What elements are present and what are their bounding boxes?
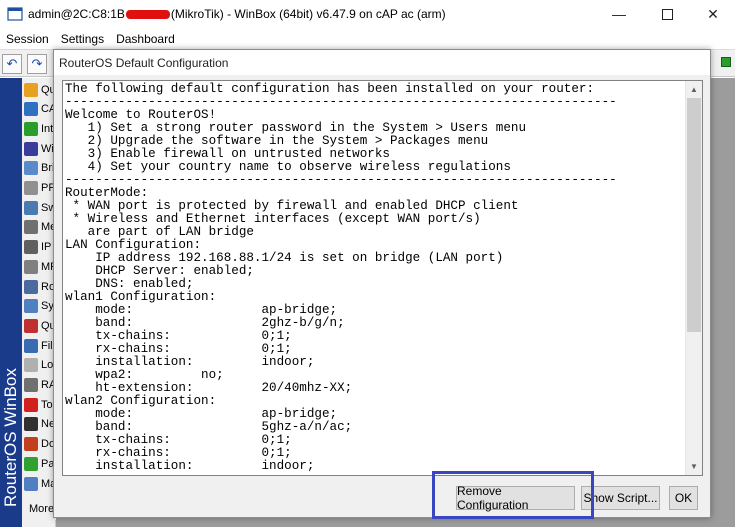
- quickset-icon: [24, 82, 38, 97]
- side-item-queues[interactable]: Queues: [24, 316, 54, 335]
- side-item-more[interactable]: More: [22, 500, 56, 520]
- menu-dashboard[interactable]: Dashboard: [110, 28, 181, 49]
- dot1x-icon: [24, 437, 38, 452]
- redo-icon: ↷: [31, 56, 43, 71]
- side-item-system[interactable]: System: [24, 297, 54, 316]
- side-item-bridge[interactable]: Bridge: [24, 159, 54, 178]
- interfaces-icon: [24, 121, 38, 136]
- tools-icon: [24, 397, 38, 412]
- menu-session[interactable]: Session: [0, 28, 55, 49]
- queues-icon: [24, 318, 38, 333]
- side-item-quick-set[interactable]: Quick Set: [24, 80, 54, 99]
- switch-icon: [24, 200, 38, 215]
- menubar: Session Settings Dashboard: [0, 28, 735, 49]
- partition-icon: [24, 456, 38, 471]
- ok-button[interactable]: OK: [669, 486, 698, 510]
- terminal-icon: [24, 417, 38, 432]
- window-titlebar: admin@2C:C8:1B (MikroTik) - WinBox (64bit…: [0, 0, 735, 28]
- scroll-down-icon[interactable]: ▼: [686, 458, 702, 475]
- connection-status-icon: [721, 57, 731, 67]
- scrollbar-thumb[interactable]: [687, 98, 701, 332]
- side-item-dot1x[interactable]: Dot1X: [24, 435, 54, 454]
- wireless-icon: [24, 141, 38, 156]
- config-text: The following default configuration has …: [65, 83, 689, 473]
- side-item-new-terminal[interactable]: New Terminal: [24, 415, 54, 434]
- config-text-area[interactable]: The following default configuration has …: [62, 80, 703, 476]
- maximize-icon: [661, 8, 673, 20]
- side-item-capsman[interactable]: CAPsMAN: [24, 100, 54, 119]
- side-item-files[interactable]: Files: [24, 336, 54, 355]
- undo-icon: ↶: [6, 56, 18, 71]
- undo-button[interactable]: ↶: [2, 54, 22, 74]
- capsman-icon: [24, 102, 38, 117]
- banner-text: RouterOS WinBox: [1, 368, 20, 507]
- side-item-tools[interactable]: Tools: [24, 395, 54, 414]
- menu-settings[interactable]: Settings: [55, 28, 110, 49]
- maximize-button[interactable]: [644, 0, 690, 28]
- radius-icon: [24, 378, 38, 392]
- minimize-button[interactable]: —: [596, 0, 642, 28]
- dialog-title: RouterOS Default Configuration: [59, 56, 229, 70]
- side-menu: Quick SetCAPsMANInterfacesWirelessBridge…: [22, 78, 56, 527]
- routing-icon: [24, 279, 38, 294]
- side-item-label: IP: [41, 241, 52, 254]
- scroll-up-icon[interactable]: ▲: [686, 81, 702, 98]
- winbox-app-icon: [7, 7, 23, 21]
- winbox-side-banner: RouterOS WinBox: [0, 78, 22, 527]
- side-item-switch[interactable]: Switch: [24, 198, 54, 217]
- config-line: installation: indoor;: [65, 459, 315, 473]
- dialog-titlebar: RouterOS Default Configuration: [54, 50, 710, 75]
- side-item-ip[interactable]: IP: [24, 238, 54, 257]
- side-item-log[interactable]: Log: [24, 356, 54, 375]
- side-item-routing[interactable]: Routing: [24, 277, 54, 296]
- side-item-radius[interactable]: RADIUS: [24, 376, 54, 395]
- files-icon: [24, 338, 38, 353]
- side-item-make-supout-rif[interactable]: Make Supout.rif: [24, 474, 54, 493]
- side-item-partition[interactable]: Partition: [24, 454, 54, 473]
- supout-icon: [24, 476, 38, 491]
- side-item-mpls[interactable]: MPLS: [24, 257, 54, 276]
- system-icon: [24, 299, 38, 314]
- redacted-mac-mark: [125, 10, 170, 20]
- window-title: admin@2C:C8:1B (MikroTik) - WinBox (64bit…: [28, 7, 446, 21]
- side-item-mesh[interactable]: Mesh: [24, 218, 54, 237]
- vertical-scrollbar[interactable]: ▲ ▼: [685, 81, 702, 475]
- side-item-wireless[interactable]: Wireless: [24, 139, 54, 158]
- side-item-interfaces[interactable]: Interfaces: [24, 119, 54, 138]
- ppp-icon: [24, 181, 38, 195]
- default-config-dialog: RouterOS Default Configuration The follo…: [53, 49, 711, 518]
- redo-button[interactable]: ↷: [27, 54, 47, 74]
- bridge-icon: [24, 161, 38, 176]
- mpls-icon: [24, 259, 38, 274]
- mesh-icon: [24, 220, 38, 235]
- ip-icon: [24, 240, 38, 255]
- highlight-box: [432, 471, 594, 519]
- side-item-ppp[interactable]: PPP: [24, 179, 54, 198]
- close-button[interactable]: ✕: [690, 0, 735, 28]
- log-icon: [24, 358, 38, 373]
- config-line: ----------------------------------------…: [65, 173, 617, 187]
